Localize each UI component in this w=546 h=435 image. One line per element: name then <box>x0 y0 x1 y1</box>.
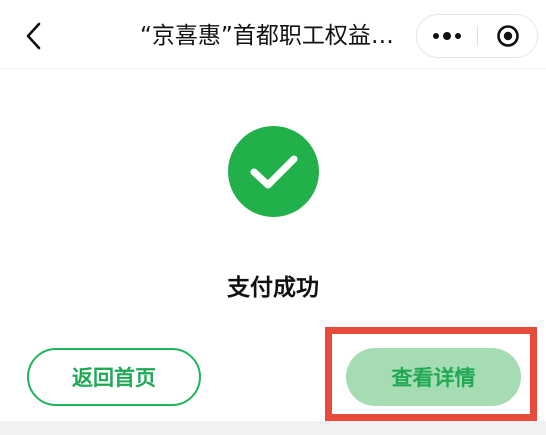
payment-result-page: “京喜惠”首都职工权益… 支付成功 返回首页 查看详情 <box>0 0 546 435</box>
check-circle-icon <box>228 126 319 217</box>
view-details-button[interactable]: 查看详情 <box>346 348 521 406</box>
nav-divider <box>0 68 546 69</box>
payment-status-text: 支付成功 <box>227 275 319 301</box>
mini-program-capsule <box>416 14 538 58</box>
back-button[interactable] <box>18 18 50 54</box>
more-dots-icon <box>433 32 461 40</box>
chevron-left-icon <box>26 22 41 50</box>
return-home-button[interactable]: 返回首页 <box>27 348 201 406</box>
page-title: “京喜惠”首都职工权益… <box>140 23 394 49</box>
bottom-area <box>0 421 546 435</box>
nav-bar: “京喜惠”首都职工权益… <box>0 0 546 68</box>
more-button[interactable] <box>417 15 477 57</box>
close-button[interactable] <box>478 15 537 57</box>
target-circle-icon <box>496 25 519 47</box>
